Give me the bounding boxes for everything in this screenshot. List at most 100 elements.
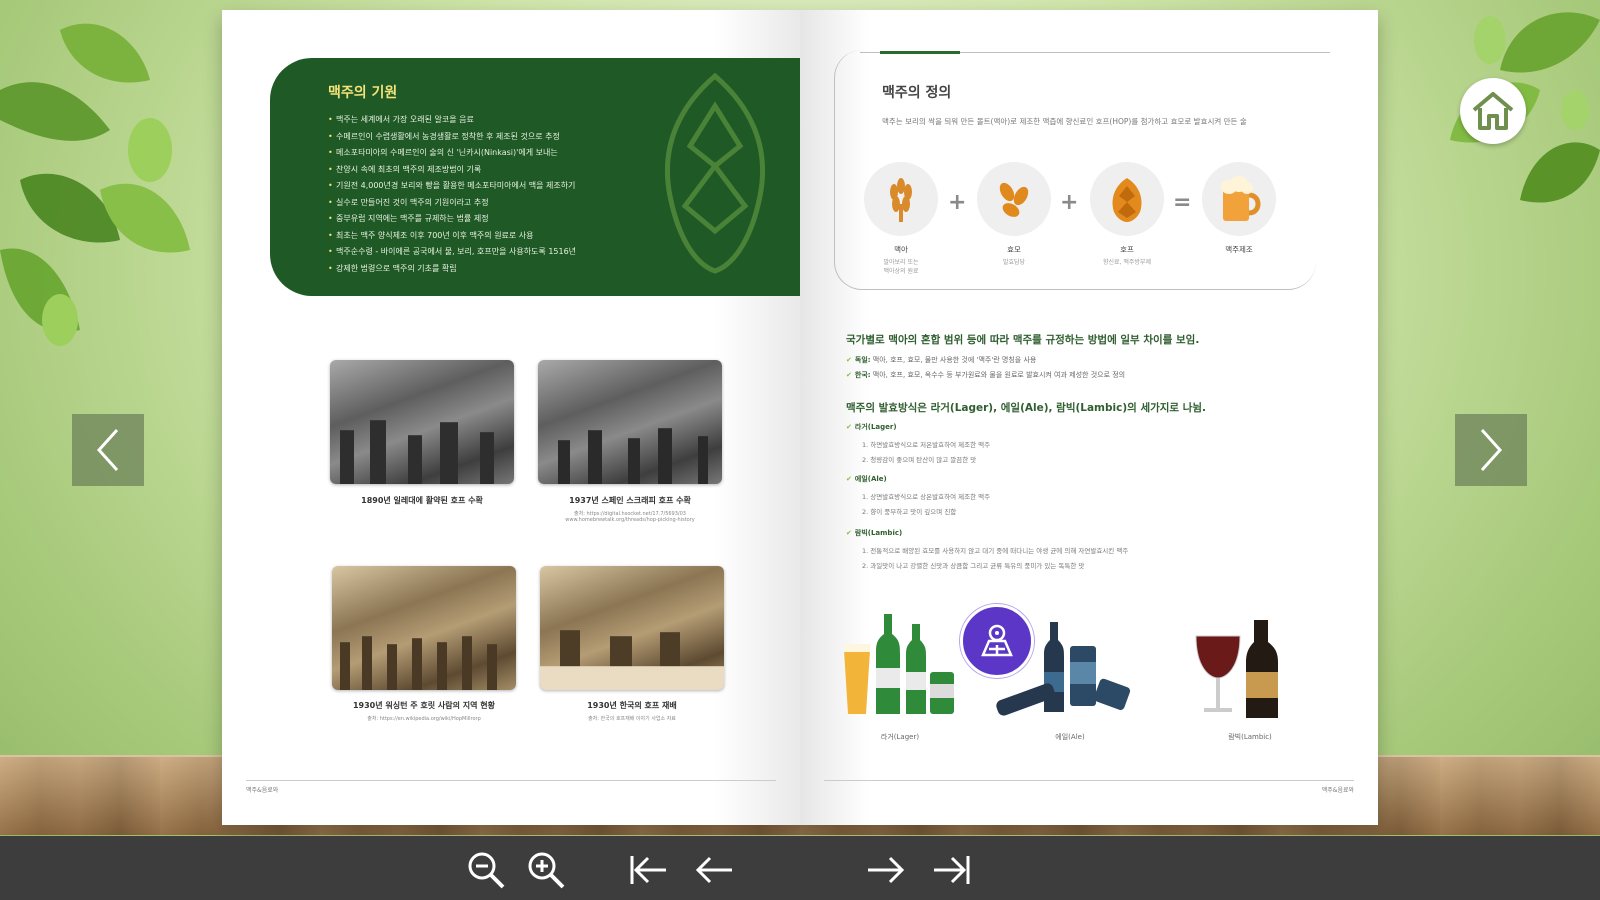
zoom-out-button[interactable] — [462, 850, 510, 890]
origin-list: 맥주는 세계에서 가장 오래된 알코올 음료 수메르인이 수렵생활에서 농경생활… — [328, 112, 748, 277]
type-name: 라거(Lager) — [854, 423, 897, 431]
left-page: 맥주의 기원 맥주는 세계에서 가장 오래된 알코올 음료 수메르인이 수렵생활… — [222, 10, 800, 825]
beer-mug-icon — [1221, 176, 1261, 221]
desc-line: 2. 과일맛이 나고 강렬한 신맛과 상큼함 그리고 균류 특유의 풍미가 있는… — [862, 562, 1085, 570]
ingredient-name: 효모 — [1007, 245, 1021, 254]
definition-description: 맥주는 보리의 싹을 틔워 만든 몰트(맥아)로 제조한 액즙에 향신료인 호프… — [882, 117, 1247, 126]
footer-text: 맥주&음료와 — [246, 787, 279, 794]
ingredient-yeast: 효모 발효담당 — [977, 162, 1051, 267]
definition-title: 맥주의 정의 — [882, 85, 952, 101]
country-korea: ✔ 한국: 맥아, 호프, 효모, 옥수수 등 부가원료와 물을 원료로 발효시켜… — [846, 370, 1125, 380]
type-ale: ✔ 에일(Ale) — [846, 474, 887, 484]
list-item: 중부유럽 지역에는 맥주를 규제하는 법률 제정 — [328, 211, 748, 228]
lambic-bottle-image — [1195, 620, 1278, 718]
footer-text: 맥주&음료와 — [1321, 787, 1354, 794]
origin-panel: 맥주의 기원 맥주는 세계에서 가장 오래된 알코올 음료 수메르인이 수렵생활… — [270, 58, 800, 296]
list-item: 실수로 만들어진 것이 맥주의 기원이라고 추정 — [328, 195, 748, 212]
photo-source: 출처: https://en.wikipedia.org/wiki/HopMil… — [367, 716, 481, 722]
divider-accent — [880, 51, 960, 54]
check-icon: ✔ — [846, 356, 852, 364]
country-text: 맥아, 호프, 효모, 물만 사용한 것에 '맥주'란 명칭을 사용 — [870, 356, 1037, 364]
home-button[interactable] — [1460, 78, 1526, 144]
home-icon — [1472, 92, 1514, 130]
ingredient-malt: 맥아 발아보리 또는 맥아상의 원료 — [864, 162, 938, 276]
zoom-in-icon — [528, 852, 565, 889]
product-caption: 람빅(Lambic) — [1228, 733, 1272, 741]
photo-korea-hop-cultivation — [540, 566, 724, 690]
photo-washington-hop-pickers — [332, 566, 516, 690]
check-icon: ✔ — [846, 371, 852, 379]
country-germany: ✔ 독일: 맥아, 호프, 효모, 물만 사용한 것에 '맥주'란 명칭을 사용 — [846, 355, 1036, 365]
prev-page-button[interactable] — [690, 850, 738, 890]
ingredient-name: 맥아 — [894, 245, 908, 254]
right-page-footer: 맥주&음료와 — [824, 780, 1354, 794]
prev-page-arrow[interactable] — [72, 414, 144, 486]
photo-source: 출처: https://digital.hsocket.net/17.7/569… — [565, 511, 695, 523]
people-silhouette — [340, 419, 494, 484]
photo-caption: 1930년 한국의 호프 재배 — [587, 701, 677, 710]
photo-hop-harvest-1890 — [330, 360, 514, 484]
ingredient-hop: 호프 향신료, 맥주방부제 — [1090, 162, 1164, 267]
desc-line: 1. 하면발효방식으로 저온발효하여 제조한 맥주 — [862, 441, 991, 449]
list-item: 맥주순수령 - 바이에른 공국에서 물, 보리, 호프만을 사용하도록 1516… — [328, 244, 748, 261]
type-desc: 1. 전통적으로 배양된 효모를 사용하지 않고 대기 중에 떠다니는 야생 균… — [862, 544, 1128, 574]
next-page-arrow[interactable] — [1455, 414, 1527, 486]
people-silhouette — [340, 635, 497, 690]
check-icon: ✔ — [846, 423, 852, 431]
type-name: 에일(Ale) — [854, 475, 887, 483]
lager-bottles-image — [844, 614, 954, 714]
hop-leaves-left-decoration — [0, 23, 190, 346]
flipbook: 맥주의 기원 맥주는 세계에서 가장 오래된 알코올 음료 수메르인이 수렵생활… — [222, 10, 1378, 825]
type-desc: 1. 하면발효방식으로 저온발효하여 제조한 맥주 2. 청량감이 좋으며 탄산이… — [862, 438, 990, 468]
hop-icon — [1112, 178, 1142, 222]
photo-caption: 1937년 스페인 스크래피 호프 수확 — [569, 496, 691, 505]
type-lambic: ✔ 람빅(Lambic) — [846, 528, 902, 538]
product-caption: 라거(Lager) — [880, 733, 920, 741]
people-silhouette — [558, 427, 708, 484]
right-page: 맥주의 정의 맥주는 보리의 싹을 틔워 만든 몰트(맥아)로 제조한 액즙에 … — [800, 10, 1378, 825]
photo-source: 출처: 한국의 호프재배 이야기 사업소 자료 — [588, 716, 676, 722]
section-heading: 맥주의 발효방식은 라거(Lager), 에일(Ale), 람빅(Lambic)… — [846, 402, 1207, 414]
last-page-icon — [934, 856, 970, 884]
wheat-icon — [890, 178, 912, 222]
first-page-icon — [630, 856, 666, 884]
arrow-right-icon — [868, 856, 905, 884]
desc-line: 2. 향이 풍부하고 맛이 깊으며 진함 — [862, 508, 957, 516]
desc-line: 2. 청량감이 좋으며 탄산이 많고 깔끔한 맛 — [862, 456, 977, 464]
chevron-left-icon — [96, 428, 119, 472]
check-icon: ✔ — [846, 475, 852, 483]
country-key: 한국: — [854, 371, 871, 379]
people-silhouette — [540, 629, 724, 690]
ingredient-name: 맥주제조 — [1225, 245, 1253, 254]
plus-sign: + — [1060, 190, 1079, 215]
type-name: 람빅(Lambic) — [854, 529, 903, 537]
ingredient-sub: 발효담당 — [1002, 259, 1026, 266]
chevron-right-icon — [1480, 428, 1503, 472]
left-page-footer: 맥주&음료와 — [246, 780, 776, 794]
list-item: 기원전 4,000년경 보리와 빵을 활용한 메소포타미아에서 맥을 제조하기 — [328, 178, 748, 195]
zoom-in-button[interactable] — [522, 850, 570, 890]
photo-caption: 1930년 워싱턴 주 호릿 사람의 지역 현황 — [352, 701, 495, 710]
ingredient-name: 호프 — [1120, 245, 1134, 254]
photo-caption: 1890년 일레대에 활약된 호프 수확 — [361, 496, 483, 505]
list-item: 강제한 법령으로 맥주의 기초를 확립 — [328, 261, 748, 278]
list-item: 메소포타미아의 수메르인이 술의 신 '닌카시(Ninkasi)'에게 보내는 — [328, 145, 748, 162]
list-item: 맥주는 세계에서 가장 오래된 알코올 음료 — [328, 112, 748, 129]
yeast-icon — [999, 182, 1029, 217]
check-icon: ✔ — [846, 529, 852, 537]
next-page-button[interactable] — [862, 850, 910, 890]
section-heading: 국가별로 맥아의 혼합 범위 등에 따라 맥주를 규정하는 방법에 일부 차이를… — [846, 334, 1200, 346]
ingredient-sub: 발아보리 또는 맥아상의 원료 — [883, 259, 919, 275]
arrow-left-icon — [695, 856, 732, 884]
last-page-button[interactable] — [928, 850, 976, 890]
first-page-button[interactable] — [624, 850, 672, 890]
product-caption: 에일(Ale) — [1055, 733, 1085, 741]
type-lager: ✔ 라거(Lager) — [846, 422, 897, 432]
country-text: 맥아, 호프, 효모, 옥수수 등 부가원료와 물을 원료로 발효시켜 여과 제… — [870, 371, 1126, 379]
zoom-out-icon — [468, 852, 505, 889]
plus-sign: + — [948, 190, 967, 215]
equals-sign: = — [1173, 190, 1192, 215]
list-item: 수메르인이 수렵생활에서 농경생활로 정착한 후 제조된 것으로 추정 — [328, 129, 748, 146]
desc-line: 1. 전통적으로 배양된 효모를 사용하지 않고 대기 중에 떠다니는 야생 균… — [862, 547, 1129, 555]
type-desc: 1. 상면발효방식으로 상온발효하여 제조한 맥주 2. 향이 풍부하고 맛이 깊… — [862, 490, 990, 520]
